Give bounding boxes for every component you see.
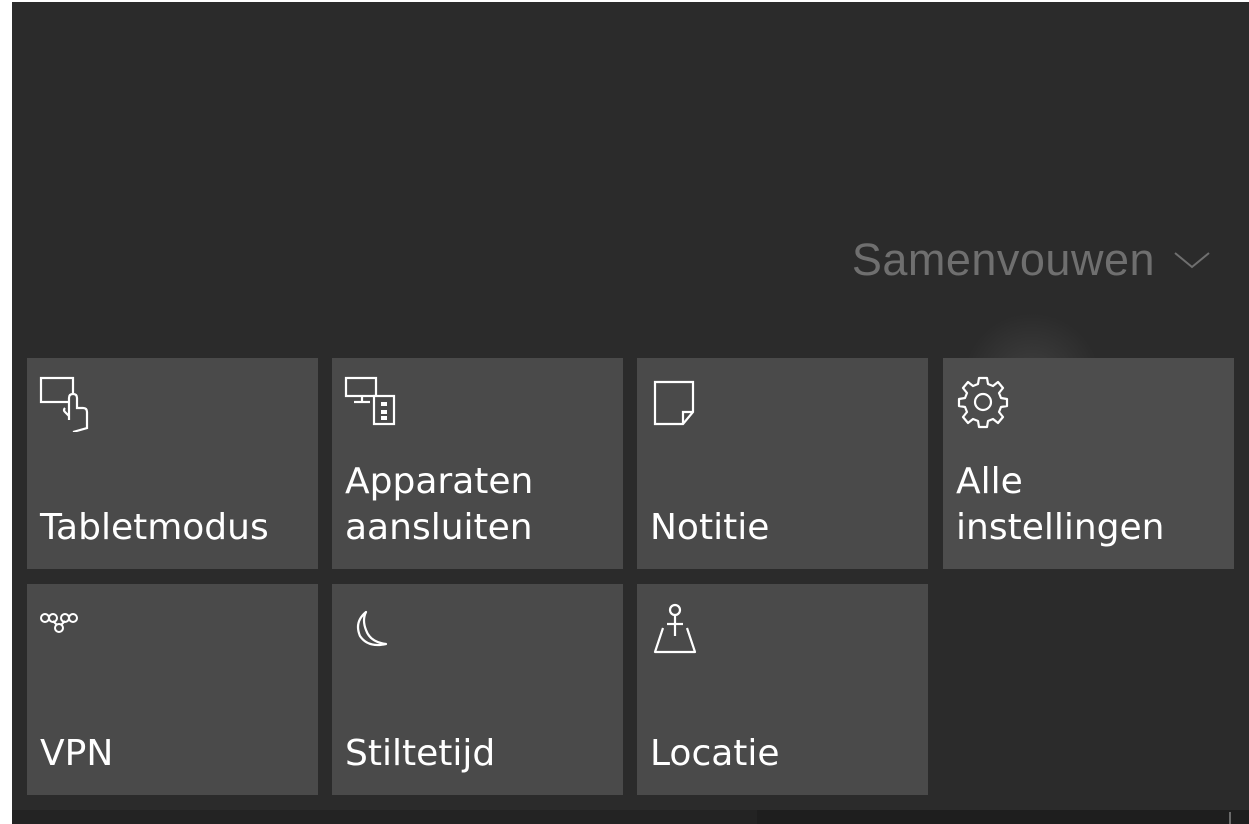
- tile-vpn[interactable]: VPN: [27, 584, 318, 795]
- tile-alle-instellingen[interactable]: Alle instellingen: [943, 358, 1234, 569]
- tile-locatie[interactable]: Locatie: [637, 584, 928, 795]
- tile-notitie[interactable]: Notitie: [637, 358, 928, 569]
- tile-apparaten-aansluiten[interactable]: Apparaten aansluiten: [332, 358, 623, 569]
- tile-label: Locatie: [650, 733, 780, 774]
- vpn-icon: [39, 598, 95, 654]
- tile-stiltetijd[interactable]: Stiltetijd: [332, 584, 623, 795]
- location-icon: [649, 598, 705, 654]
- scroll-tick: [1229, 812, 1231, 824]
- tile-label: Apparaten aansluiten: [345, 461, 534, 548]
- connect-devices-icon: [344, 372, 400, 428]
- tablet-mode-icon: [39, 372, 95, 432]
- collapse-button[interactable]: Samenvouwen: [852, 234, 1211, 286]
- tile-label: VPN: [40, 733, 114, 774]
- tile-label: Notitie: [650, 507, 770, 548]
- action-center-panel: Samenvouwen Tabletmodus Apparaten aanslu…: [12, 2, 1249, 824]
- tile-label: Stiltetijd: [345, 733, 496, 774]
- tile-tabletmodus[interactable]: Tabletmodus: [27, 358, 318, 569]
- moon-icon: [344, 598, 400, 654]
- tile-label: Tabletmodus: [40, 507, 269, 548]
- bottom-strip: [12, 810, 1249, 824]
- note-icon: [649, 372, 705, 428]
- gear-icon: [955, 372, 1011, 429]
- collapse-label: Samenvouwen: [851, 234, 1155, 285]
- tile-label: Alle instellingen: [956, 461, 1165, 548]
- bottom-strip-segment: [12, 810, 757, 824]
- chevron-down-icon: [1173, 250, 1211, 270]
